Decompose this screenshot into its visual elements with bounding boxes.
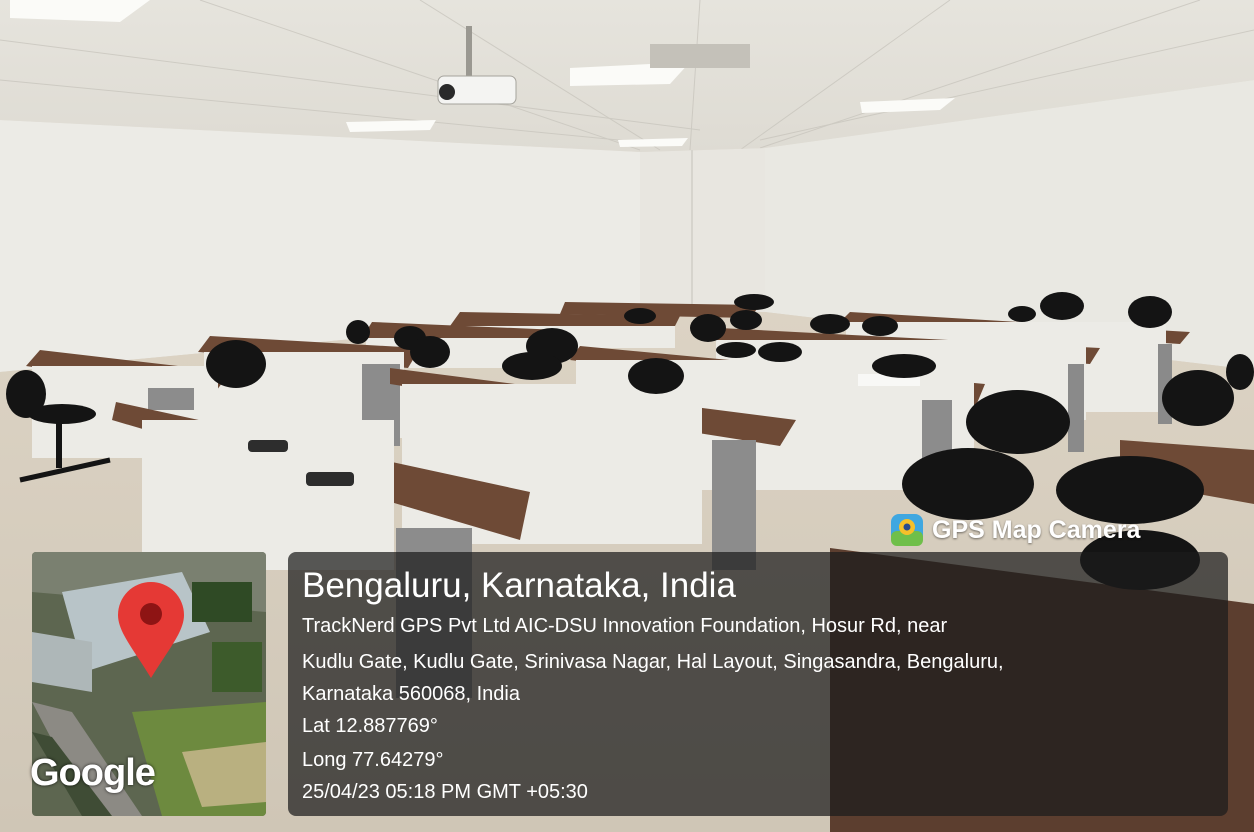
longitude: Long 77.64279°: [302, 749, 444, 771]
city-line: Bengaluru, Karnataka, India: [302, 566, 736, 605]
address-line-2: Kudlu Gate, Kudlu Gate, Srinivasa Nagar,…: [302, 651, 1004, 673]
ceiling-vent: [650, 44, 750, 68]
timestamp: 25/04/23 05:18 PM GMT +05:30: [302, 781, 588, 803]
center-wall: [640, 148, 765, 312]
latitude: Lat 12.887769°: [302, 715, 438, 737]
app-branding: GPS Map Camera: [890, 510, 1140, 550]
camera-app-icon: [891, 514, 923, 546]
address-line-1: TrackNerd GPS Pvt Ltd AIC-DSU Innovation…: [302, 615, 948, 637]
google-logo: Google: [30, 752, 156, 794]
map-pin-icon: [118, 582, 184, 678]
app-name: GPS Map Camera: [932, 515, 1141, 544]
address-line-3: Karnataka 560068, India: [302, 683, 520, 705]
